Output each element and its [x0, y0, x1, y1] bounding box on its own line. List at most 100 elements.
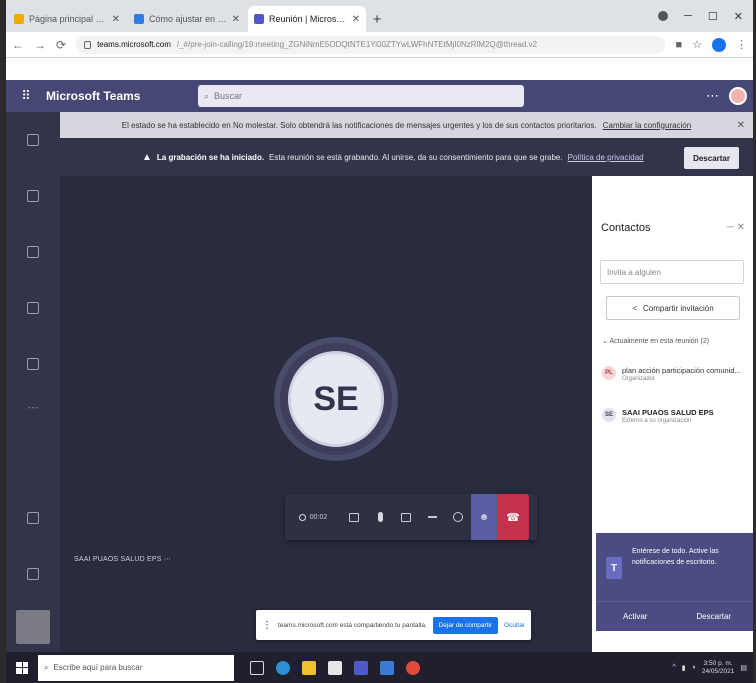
profile-icon[interactable] [658, 11, 669, 21]
menu-dots-icon[interactable]: ⋮ [736, 38, 747, 51]
search-icon: ⌕ [44, 662, 49, 672]
browser-toolbar: ← → ⟳ teams.microsoft.com /_#/pre-join-c… [6, 32, 753, 58]
participant-role: Externo a su organización [622, 417, 692, 424]
teams-taskbar-icon[interactable] [354, 660, 368, 675]
rail-item-apps[interactable] [6, 490, 60, 546]
panel-close-icon[interactable]: ─ ✕ [727, 222, 745, 233]
back-icon[interactable]: ← [12, 38, 24, 52]
chrome-icon[interactable] [406, 660, 420, 675]
hide-button[interactable]: Ocultar [504, 622, 525, 629]
recording-title: La grabación se ha iniciado. [156, 152, 265, 162]
more-options-icon[interactable]: ⋯ [706, 88, 719, 104]
tab-title: Reunión | Microsoft Teams [269, 14, 347, 24]
more-actions-button[interactable] [419, 494, 445, 540]
store-icon[interactable] [328, 660, 342, 675]
notification-text: El estado se ha establecido en No molest… [121, 120, 597, 130]
taskbar-search-input[interactable]: ⌕ Escribe aquí para buscar [38, 654, 234, 681]
close-icon[interactable]: ✕ [112, 14, 120, 25]
apps-icon [27, 512, 39, 524]
lock-icon [84, 40, 92, 49]
rail-item-calls[interactable] [6, 336, 60, 392]
search-input[interactable]: ⌕ Buscar [198, 85, 524, 107]
participant-name: SAAI PUAOS SALUD EPS [622, 408, 714, 417]
rail-bottom [6, 490, 60, 652]
participant-list-item[interactable]: SE SAAI PUAOS SALUD EPS Externo a su org… [602, 408, 748, 424]
hang-up-button[interactable]: ☎ [497, 494, 529, 540]
tab-favicon-icon [254, 14, 264, 24]
camera-permission-icon[interactable]: ■ [675, 39, 682, 51]
notifications-icon[interactable]: ▤ [740, 664, 747, 672]
activate-button[interactable]: Activar [596, 602, 675, 631]
browser-tab-2[interactable]: Cómo ajustar en 10 participantes ✕ [128, 6, 246, 32]
close-window-icon[interactable]: ✕ [734, 10, 743, 23]
browser-tab-3[interactable]: Reunión | Microsoft Teams ✕ [248, 6, 366, 32]
more-options-icon[interactable]: ⋯ [164, 556, 171, 563]
in-meeting-section-label[interactable]: ⌄ Actualmente en esta reunión (2) [602, 337, 709, 345]
mic-toggle-button[interactable] [367, 494, 393, 540]
file-explorer-icon[interactable] [302, 660, 316, 675]
clock[interactable]: 3:50 p. m. 24/05/2021 [702, 660, 735, 676]
participant-list-item[interactable]: PL plan acción participación comunid... … [602, 366, 748, 382]
browser-tab-1[interactable]: Página principal de Microsoft 3 ✕ [8, 6, 126, 32]
user-avatar[interactable] [729, 87, 747, 105]
sharing-message: teams.microsoft.com está compartiendo tu… [278, 621, 427, 629]
close-icon[interactable]: ✕ [737, 120, 745, 131]
screen-sharing-bar: ⋮ teams.microsoft.com está compartiendo … [256, 610, 531, 640]
star-icon[interactable]: ☆ [692, 38, 702, 51]
volume-icon[interactable]: ◖ [692, 664, 696, 671]
edge-icon[interactable] [276, 660, 290, 675]
rail-item-teams[interactable] [6, 224, 60, 280]
privacy-policy-link[interactable]: Política de privacidad [568, 153, 644, 162]
new-tab-button[interactable]: + [366, 6, 388, 32]
toast-actions: Activar Descartar [596, 601, 753, 631]
network-icon[interactable]: ▮ [682, 664, 686, 672]
share-tray-button[interactable] [393, 494, 419, 540]
rail-item-chat[interactable] [6, 168, 60, 224]
reload-icon[interactable]: ⟳ [56, 38, 66, 52]
forward-icon[interactable]: → [34, 38, 46, 52]
participant-name: plan acción participación comunid... [622, 366, 741, 375]
chat-button[interactable] [445, 494, 471, 540]
rail-more-icon[interactable]: ⋯ [6, 392, 60, 422]
change-settings-link[interactable]: Cambiar la configuración [603, 121, 692, 130]
search-icon: ⌕ [204, 90, 210, 101]
toolbar-right: ■ ☆ ⋮ [675, 37, 747, 52]
share-invite-button[interactable]: < Compartir invitación [606, 296, 740, 320]
task-view-icon[interactable] [250, 660, 264, 675]
tray-chevron-icon[interactable]: ^ [672, 664, 675, 671]
taskbar-apps [250, 660, 420, 675]
close-icon[interactable]: ✕ [352, 14, 360, 25]
rail-item-activity[interactable] [6, 112, 60, 168]
recording-text: Esta reunión se está grabando. Al unirse… [269, 152, 563, 162]
start-button[interactable] [6, 661, 38, 674]
rail-item-calendar[interactable] [6, 280, 60, 336]
participant-avatar: SE [288, 351, 384, 447]
camera-toggle-button[interactable] [341, 494, 367, 540]
dismiss-recording-button[interactable]: Descartar [684, 147, 739, 169]
url-path: /_#/pre-join-calling/19:meeting_ZGNiNmE5… [176, 40, 538, 49]
more-icon [427, 516, 437, 518]
microphone-icon [377, 512, 383, 522]
drag-handle-icon[interactable]: ⋮ [262, 620, 272, 631]
download-app-icon[interactable] [16, 610, 50, 644]
stop-sharing-button[interactable]: Dejar de compartir [432, 616, 499, 634]
show-participants-button[interactable]: ☻ [471, 494, 497, 540]
mail-icon[interactable] [380, 660, 394, 675]
participant-tile: SE [280, 343, 392, 455]
tab-favicon-icon [14, 14, 24, 24]
dismiss-toast-button[interactable]: Descartar [675, 602, 754, 631]
toast-message: Entérese de todo. Active las notificacio… [632, 548, 719, 566]
browser-profile-icon[interactable] [712, 37, 726, 52]
participant-avatar: SE [602, 408, 616, 422]
minimize-icon[interactable]: ─ [684, 10, 692, 22]
maximize-icon[interactable]: ☐ [708, 10, 718, 23]
invite-input[interactable]: Invita a alguien [600, 260, 744, 284]
close-icon[interactable]: ✕ [232, 14, 240, 25]
participant-name-label: SAAI PUAOS SALUD EPS ⋯ [74, 556, 172, 563]
meeting-stage: SE SAAI PUAOS SALUD EPS ⋯ [60, 176, 592, 652]
address-bar[interactable]: teams.microsoft.com /_#/pre-join-calling… [76, 35, 666, 54]
app-launcher-icon[interactable]: ⠿ [6, 88, 46, 104]
rail-item-help[interactable] [6, 546, 60, 602]
teams-header: ⠿ Microsoft Teams ⌕ Buscar ⋯ [6, 80, 753, 112]
help-icon [27, 568, 39, 580]
